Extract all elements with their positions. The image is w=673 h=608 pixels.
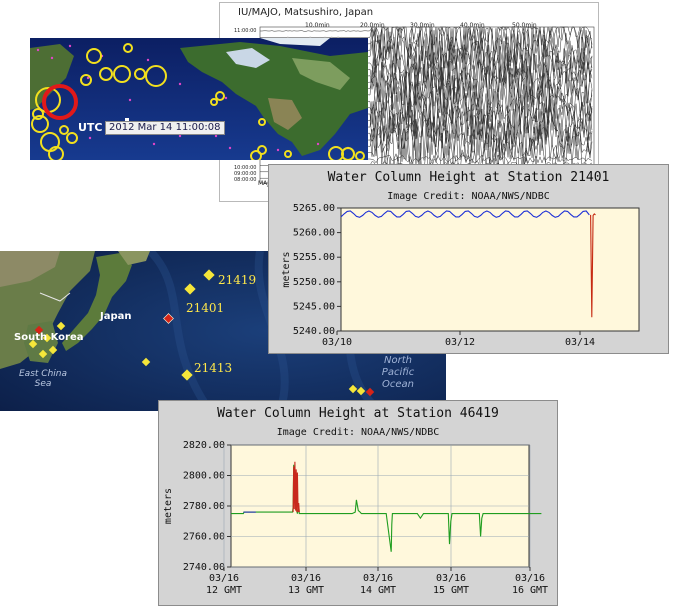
chart-station-46419: Water Column Height at Station 46419 Ima…: [158, 400, 558, 606]
minute-tick-label: 20.0min: [360, 22, 385, 29]
chart-station-21401: Water Column Height at Station 21401 Ima…: [268, 164, 669, 354]
y-tick-label: 5250.00: [293, 277, 335, 288]
buoy-label-21401: 21401: [186, 301, 225, 315]
y-tick-label: 5255.00: [293, 252, 335, 263]
earthquake-map-graphic: [30, 38, 368, 160]
utc-label: UTC: [78, 121, 103, 134]
x-tick-label: 15 GMT: [433, 585, 469, 596]
x-tick-label: 03/16: [363, 573, 393, 584]
minute-tick-label: 50.0min: [512, 22, 537, 29]
label-east-china-sea: East China Sea: [19, 369, 67, 389]
y-tick-label: 5265.00: [293, 203, 335, 214]
y-axis-label: meters: [163, 488, 174, 524]
y-tick-label: 5245.00: [293, 301, 335, 312]
y-tick-label: 2800.00: [183, 471, 225, 482]
x-tick-label: 03/12: [445, 337, 475, 348]
y-tick-label: 2740.00: [183, 562, 225, 573]
y-tick-label: 2760.00: [183, 532, 225, 543]
x-tick-label: 13 GMT: [288, 585, 324, 596]
buoy-label-21413: 21413: [194, 361, 233, 375]
x-tick-label: 16 GMT: [512, 585, 548, 596]
y-axis-label: meters: [281, 251, 292, 287]
label-japan: Japan: [100, 311, 132, 322]
buoy-label-21419: 21419: [218, 273, 257, 287]
minute-tick-label: 40.0min: [460, 22, 485, 29]
label-south-korea: South Korea: [14, 332, 84, 343]
minute-tick-label: 30.0min: [410, 22, 435, 29]
y-tick-label: 2780.00: [183, 501, 225, 512]
x-tick-label: 03/16: [515, 573, 545, 584]
minute-tick-label: 10.0min: [305, 22, 330, 29]
earthquake-map: UTC 2012 Mar 14 11:00:08: [30, 38, 368, 160]
x-tick-label: 03/10: [322, 337, 352, 348]
time-row-label: 08:00:00: [234, 177, 257, 183]
time-row-label: 11:00:00: [234, 28, 257, 34]
chart-plot: 2820.002800.002780.002760.002740.0003/16…: [163, 440, 548, 596]
x-tick-label: 14 GMT: [360, 585, 396, 596]
x-tick-label: 03/16: [209, 573, 239, 584]
seismogram-title: IU/MAJO, Matsushiro, Japan: [238, 7, 374, 18]
label-north-pacific: North Pacific Ocean: [381, 355, 415, 390]
x-tick-label: 12 GMT: [206, 585, 242, 596]
x-tick-label: 03/14: [565, 337, 595, 348]
chart-plot: 5265.00 5260.00 5255.00 5250.00 5245.00 5240.…: [281, 203, 640, 348]
x-tick-label: 03/16: [291, 573, 321, 584]
plot-area: [340, 207, 640, 332]
y-tick-label: 5260.00: [293, 228, 335, 239]
utc-timestamp: 2012 Mar 14 11:00:08: [105, 121, 225, 135]
x-tick-label: 03/16: [436, 573, 466, 584]
y-tick-label: 5240.00: [293, 326, 335, 337]
y-tick-label: 2820.00: [183, 440, 225, 451]
